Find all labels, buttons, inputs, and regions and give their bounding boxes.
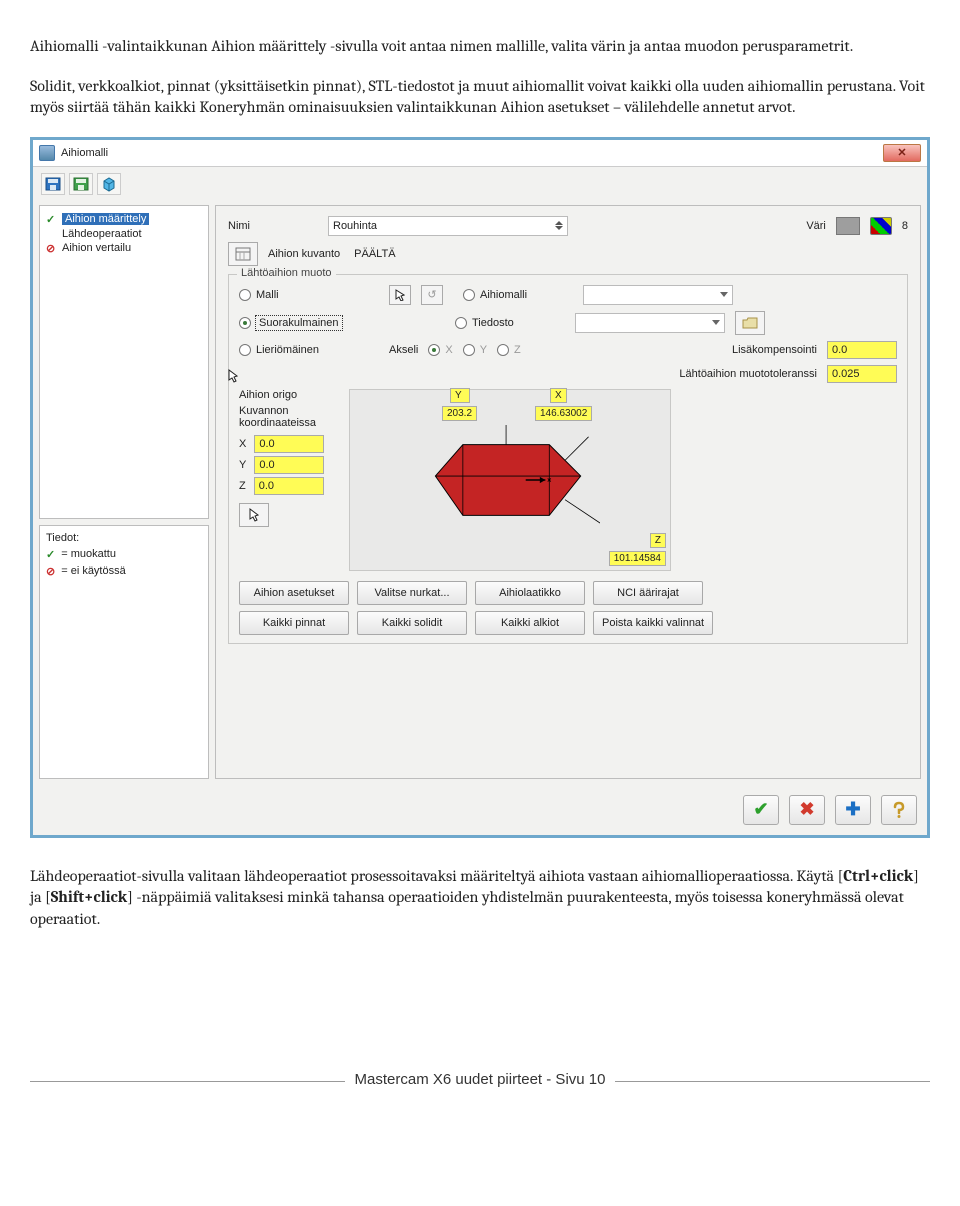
kuvannon-label: Kuvannon koordinaateissa xyxy=(239,405,329,429)
deny-icon: ⊘ xyxy=(46,565,55,578)
btn-kaikki-solidit[interactable]: Kaikki solidit xyxy=(357,611,467,635)
info-panel: Tiedot: ✓ = muokattu ⊘ = ei käytössä xyxy=(39,525,209,779)
lisakomp-label: Lisäkompensointi xyxy=(732,344,817,356)
dim-z-tag[interactable]: Z xyxy=(650,533,666,548)
btn-poista-valinnat[interactable]: Poista kaikki valinnat xyxy=(593,611,713,635)
tiedosto-select[interactable] xyxy=(575,313,725,333)
tree-item-lahdeoperaatiot[interactable]: Lähdeoperaatiot xyxy=(46,227,202,241)
color-value: 8 xyxy=(902,220,908,232)
radio-tiedosto[interactable]: Tiedosto xyxy=(455,317,565,329)
cancel-button[interactable]: ✖ xyxy=(789,795,825,825)
stock-diagram: Y 203.2 X 146.63002 Z 101.14584 xyxy=(349,389,671,571)
ok-button[interactable]: ✔ xyxy=(743,795,779,825)
aihiomalli-select[interactable] xyxy=(583,285,733,305)
info-heading: Tiedot: xyxy=(46,532,202,544)
axis-y[interactable]: Y xyxy=(463,344,487,356)
check-icon: ✓ xyxy=(46,213,58,226)
window-title: Aihiomalli xyxy=(61,147,108,159)
calendar-icon[interactable] xyxy=(228,242,258,266)
origo-x[interactable]: 0.0 xyxy=(254,435,324,453)
name-label: Nimi xyxy=(228,220,318,232)
dialog-buttons: ✔ ✖ ✚ xyxy=(33,785,927,835)
name-value: Rouhinta xyxy=(333,220,377,232)
origo-title: Aihion origo xyxy=(239,389,329,401)
cube-icon[interactable] xyxy=(97,173,121,195)
settings-panel: Nimi Rouhinta Väri 8 Aihion kuvanto PÄÄL… xyxy=(215,205,921,779)
btn-nci-aarirajat[interactable]: NCI äärirajat xyxy=(593,581,703,605)
footer-text: Mastercam X6 uudet piirteet - Sivu 10 xyxy=(345,1071,616,1088)
kuvanto-label: Aihion kuvanto xyxy=(268,248,340,260)
btn-aihiolaatikko[interactable]: Aihiolaatikko xyxy=(475,581,585,605)
lahtoaihion-muoto-group: Lähtöaihion muoto Malli ↺ Aihiomalli xyxy=(228,274,908,644)
tree-label: Aihion määrittely xyxy=(62,213,149,225)
open-file-icon[interactable] xyxy=(735,311,765,335)
save-green-icon[interactable] xyxy=(69,173,93,195)
app-icon xyxy=(39,145,55,161)
dim-y-value[interactable]: 203.2 xyxy=(442,406,477,421)
page-footer: Mastercam X6 uudet piirteet - Sivu 10 xyxy=(30,1081,930,1099)
legend-ei-kaytossa: = ei käytössä xyxy=(61,565,126,577)
btn-kaikki-alkiot[interactable]: Kaikki alkiot xyxy=(475,611,585,635)
close-button[interactable]: ✕ xyxy=(883,144,921,162)
dim-x-tag[interactable]: X xyxy=(550,388,567,403)
select-point-icon[interactable] xyxy=(239,503,269,527)
tree-label: Aihion vertailu xyxy=(62,242,131,254)
dim-z-value[interactable]: 101.14584 xyxy=(609,551,666,566)
intro-para-2: Solidit, verkkoalkiot, pinnat (yksittäis… xyxy=(30,76,930,119)
origo-z[interactable]: 0.0 xyxy=(254,477,324,495)
tree-view[interactable]: ✓ Aihion määrittely Lähdeoperaatiot ⊘ Ai… xyxy=(39,205,209,519)
axis-z[interactable]: Z xyxy=(497,344,521,356)
axis-x[interactable]: X xyxy=(428,344,452,356)
titlebar: Aihiomalli ✕ xyxy=(33,140,927,167)
akseli-label: Akseli xyxy=(389,344,418,356)
deny-icon: ⊘ xyxy=(46,242,58,255)
color-swatch[interactable] xyxy=(836,217,860,235)
save-icon[interactable] xyxy=(41,173,65,195)
muototol-label: Lähtöaihion muototoleranssi xyxy=(679,368,817,380)
help-button[interactable] xyxy=(881,795,917,825)
tree-item-aihion-vertailu[interactable]: ⊘ Aihion vertailu xyxy=(46,241,202,256)
origo-y[interactable]: 0.0 xyxy=(254,456,324,474)
color-picker-icon[interactable] xyxy=(870,217,892,235)
muototol-field[interactable]: 0.025 xyxy=(827,365,897,383)
dim-x-value[interactable]: 146.63002 xyxy=(535,406,592,421)
legend-muokattu: = muokattu xyxy=(61,548,116,560)
add-button[interactable]: ✚ xyxy=(835,795,871,825)
tree-label: Lähdeoperaatiot xyxy=(62,228,142,240)
group-title: Lähtöaihion muoto xyxy=(237,267,336,279)
pick-arrow-icon[interactable] xyxy=(389,285,411,305)
aihiomalli-window: Aihiomalli ✕ ✓ Aihion määrittely Lähdeop… xyxy=(30,137,930,838)
name-input[interactable]: Rouhinta xyxy=(328,216,568,236)
color-label: Väri xyxy=(806,220,826,232)
radio-aihiomalli[interactable]: Aihiomalli xyxy=(463,289,573,301)
btn-kaikki-pinnat[interactable]: Kaikki pinnat xyxy=(239,611,349,635)
check-icon: ✓ xyxy=(46,548,55,561)
intro-para-1: Aihiomalli -valintaikkunan Aihion määrit… xyxy=(30,36,930,58)
radio-lieriomainen[interactable]: Lieriömäinen xyxy=(239,344,379,356)
btn-aihion-asetukset[interactable]: Aihion asetukset xyxy=(239,581,349,605)
tree-item-aihion-maarittely[interactable]: ✓ Aihion määrittely xyxy=(46,212,202,227)
lisakomp-field[interactable]: 0.0 xyxy=(827,341,897,359)
btn-valitse-nurkat[interactable]: Valitse nurkat... xyxy=(357,581,467,605)
dim-y-tag[interactable]: Y xyxy=(450,388,470,403)
revert-icon[interactable]: ↺ xyxy=(421,285,443,305)
radio-malli[interactable]: Malli xyxy=(239,289,379,301)
kuvanto-value: PÄÄLTÄ xyxy=(354,248,395,260)
toolbar xyxy=(33,167,927,201)
radio-suorakulmainen[interactable]: Suorakulmainen xyxy=(239,316,379,330)
hex-shape xyxy=(420,425,600,535)
cursor-icon[interactable] xyxy=(219,365,247,387)
outro-para: Lähdeoperaatiot-sivulla valitaan lähdeop… xyxy=(30,866,930,931)
